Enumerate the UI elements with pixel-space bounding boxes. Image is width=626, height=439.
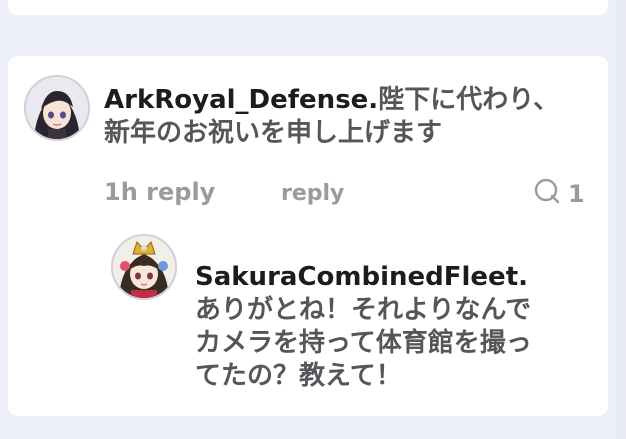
comment-time-reply-label: reply <box>146 178 216 206</box>
commenter-username[interactable]: ArkRoyal_Defense. <box>104 85 378 115</box>
previous-card <box>8 0 608 15</box>
reply-body: SakuraCombinedFleet. ありがとね！それよりなんでカメラを持っ… <box>195 261 555 393</box>
reply-text: ありがとね！それよりなんでカメラを持って体育館を撮ってたの？教えて！ <box>195 295 532 391</box>
comment-body: ArkRoyal_Defense.陛下に代わり、新年のお祝いを申し上げます <box>104 84 574 150</box>
reply-count-button[interactable]: 1 <box>534 178 585 210</box>
comment-time-reply[interactable]: 1h reply <box>104 178 215 206</box>
comment-time: 1h <box>104 178 138 206</box>
commenter-avatar[interactable] <box>24 75 90 141</box>
comment-card: ArkRoyal_Defense.陛下に代わり、新年のお祝いを申し上げます 1h… <box>8 56 608 416</box>
reply-username[interactable]: SakuraCombinedFleet. <box>195 261 555 294</box>
reply-button[interactable]: reply <box>281 181 344 206</box>
scroll-edge <box>616 0 626 439</box>
reply-avatar[interactable] <box>111 234 177 300</box>
reply-count: 1 <box>568 180 585 208</box>
speech-bubble-icon <box>534 178 560 210</box>
